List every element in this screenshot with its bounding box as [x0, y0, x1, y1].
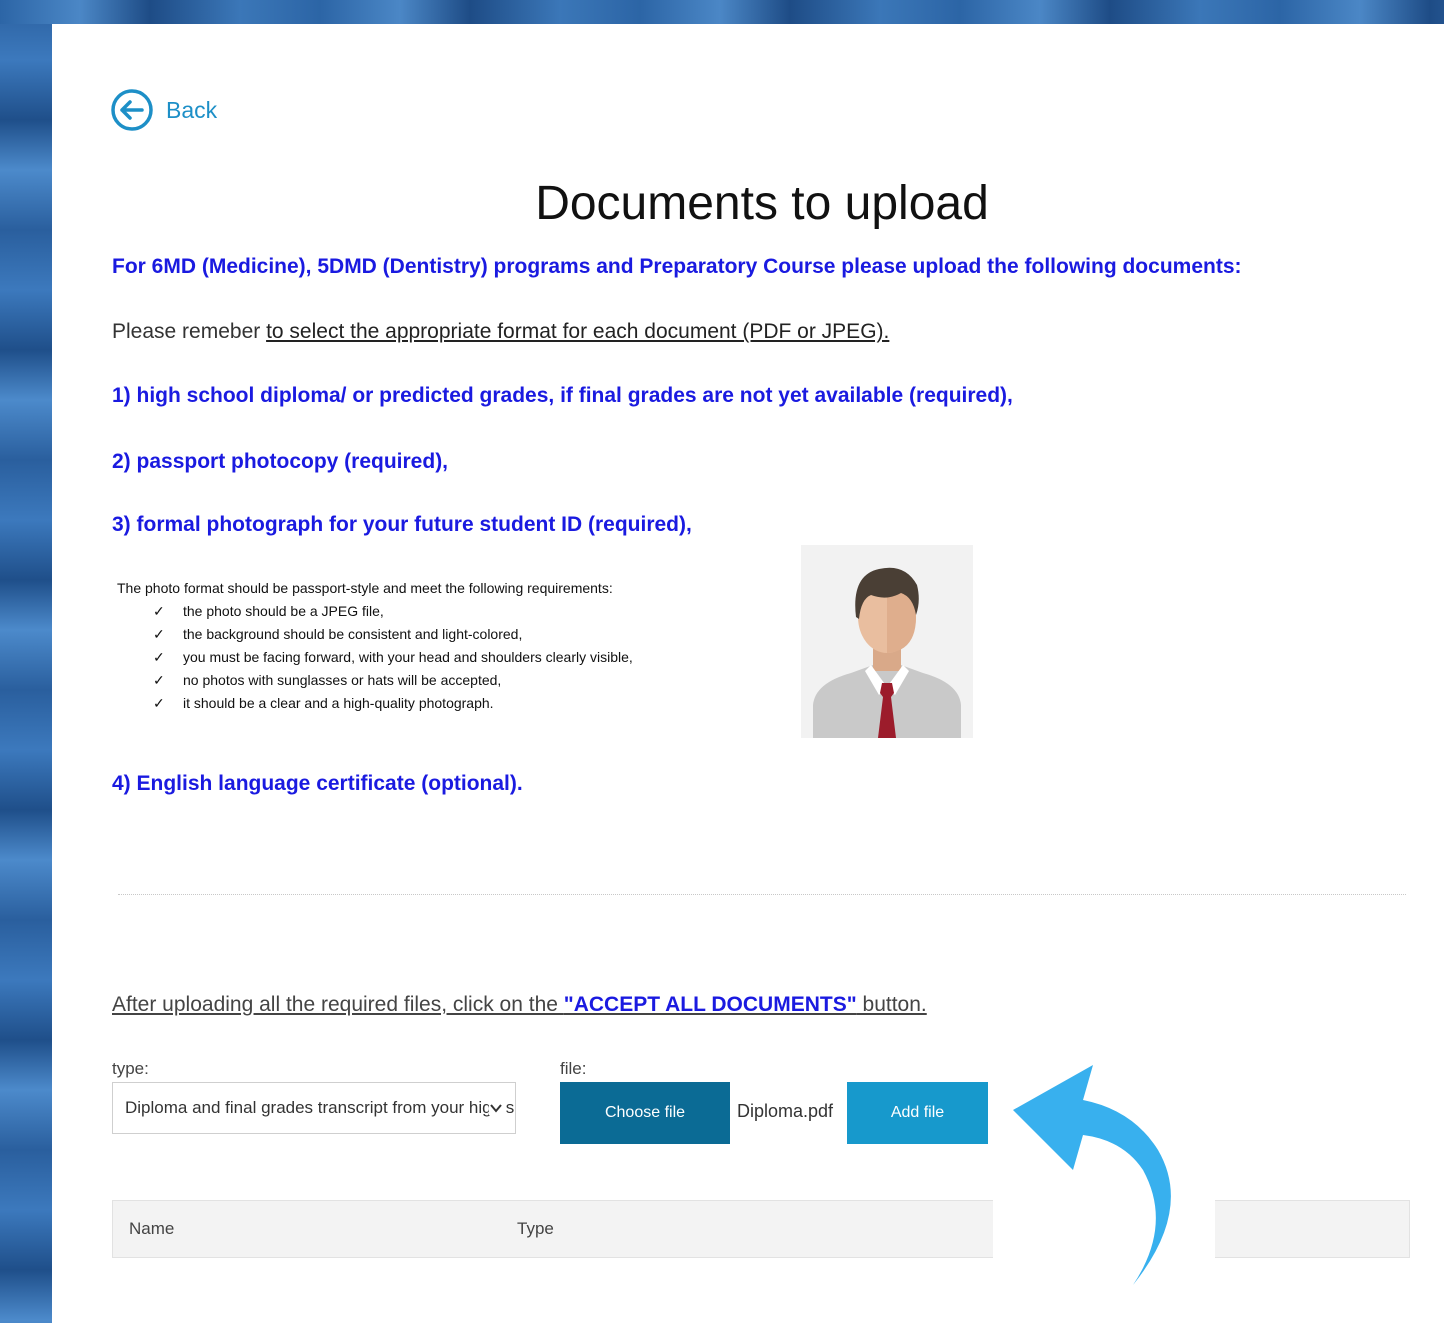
- document-item-2: 2) passport photocopy (required),: [112, 450, 449, 473]
- format-reminder-prefix: Please remeber: [112, 320, 267, 343]
- sample-id-photo: [801, 545, 973, 738]
- accept-instruction-suffix: button.: [856, 993, 927, 1016]
- checkmark-icon: ✓: [153, 695, 165, 711]
- person-avatar-icon: [801, 545, 973, 738]
- photo-requirements-list: ✓ the photo should be a JPEG file, ✓ the b…: [117, 600, 633, 715]
- accept-all-documents-reference: "ACCEPT ALL DOCUMENTS": [563, 993, 857, 1016]
- list-item: ✓ the photo should be a JPEG file,: [153, 600, 633, 623]
- document-item-3: 3) formal photograph for your future stu…: [112, 513, 692, 536]
- column-header-type: Type: [517, 1219, 554, 1238]
- format-reminder-emphasis: to select the appropriate format for eac…: [266, 320, 890, 343]
- choose-file-button[interactable]: Choose file: [560, 1082, 730, 1144]
- photo-requirements-intro: The photo format should be passport-styl…: [117, 580, 613, 596]
- accept-instruction: After uploading all the required files, …: [112, 993, 927, 1017]
- checkmark-icon: ✓: [153, 649, 165, 665]
- list-item: ✓ you must be facing forward, with your h…: [153, 646, 633, 669]
- document-type-select[interactable]: Diploma and final grades transcript from…: [112, 1082, 516, 1134]
- requirement-text: the photo should be a JPEG file,: [183, 603, 384, 619]
- back-label: Back: [166, 96, 218, 123]
- requirement-text: you must be facing forward, with your he…: [183, 649, 633, 665]
- documents-table-header: Name Type: [112, 1200, 1410, 1258]
- list-item: ✓ it should be a clear and a high-quality…: [153, 692, 633, 715]
- photo-requirements: The photo format should be passport-styl…: [117, 577, 633, 715]
- checkmark-icon: ✓: [153, 626, 165, 642]
- requirement-text: the background should be consistent and …: [183, 626, 523, 642]
- list-item: ✓ no photos with sunglasses or hats will …: [153, 669, 633, 692]
- requirement-text: no photos with sunglasses or hats will b…: [183, 672, 502, 688]
- back-arrow-icon: [111, 89, 153, 131]
- intro-text: For 6MD (Medicine), 5DMD (Dentistry) pro…: [112, 255, 1242, 278]
- background-photo-strip-top: [0, 0, 1444, 24]
- add-file-button[interactable]: Add file: [847, 1082, 988, 1144]
- type-label: type:: [112, 1059, 149, 1078]
- column-header-name: Name: [129, 1219, 175, 1238]
- checkmark-icon: ✓: [153, 603, 165, 619]
- pointer-arrow-overlay: [993, 1040, 1215, 1300]
- checkmark-icon: ✓: [153, 672, 165, 688]
- section-divider: [118, 894, 1406, 895]
- selected-file-name: Diploma.pdf: [737, 1101, 834, 1121]
- curved-arrow-icon: [993, 1065, 1215, 1300]
- list-item: ✓ the background should be consistent and…: [153, 623, 633, 646]
- back-link[interactable]: Back: [110, 88, 217, 132]
- chevron-down-icon: [489, 1101, 503, 1115]
- file-label: file:: [560, 1059, 587, 1078]
- format-reminder: Please remeber to select the appropriate…: [112, 320, 889, 344]
- requirement-text: it should be a clear and a high-quality …: [183, 695, 494, 711]
- document-item-1: 1) high school diploma/ or predicted gra…: [112, 384, 1013, 407]
- accept-instruction-prefix: After uploading all the required files, …: [112, 993, 564, 1016]
- document-type-value: Diploma and final grades transcript from…: [125, 1098, 516, 1117]
- document-item-4: 4) English language certificate (optiona…: [112, 772, 523, 795]
- page-title: Documents to upload: [535, 177, 989, 230]
